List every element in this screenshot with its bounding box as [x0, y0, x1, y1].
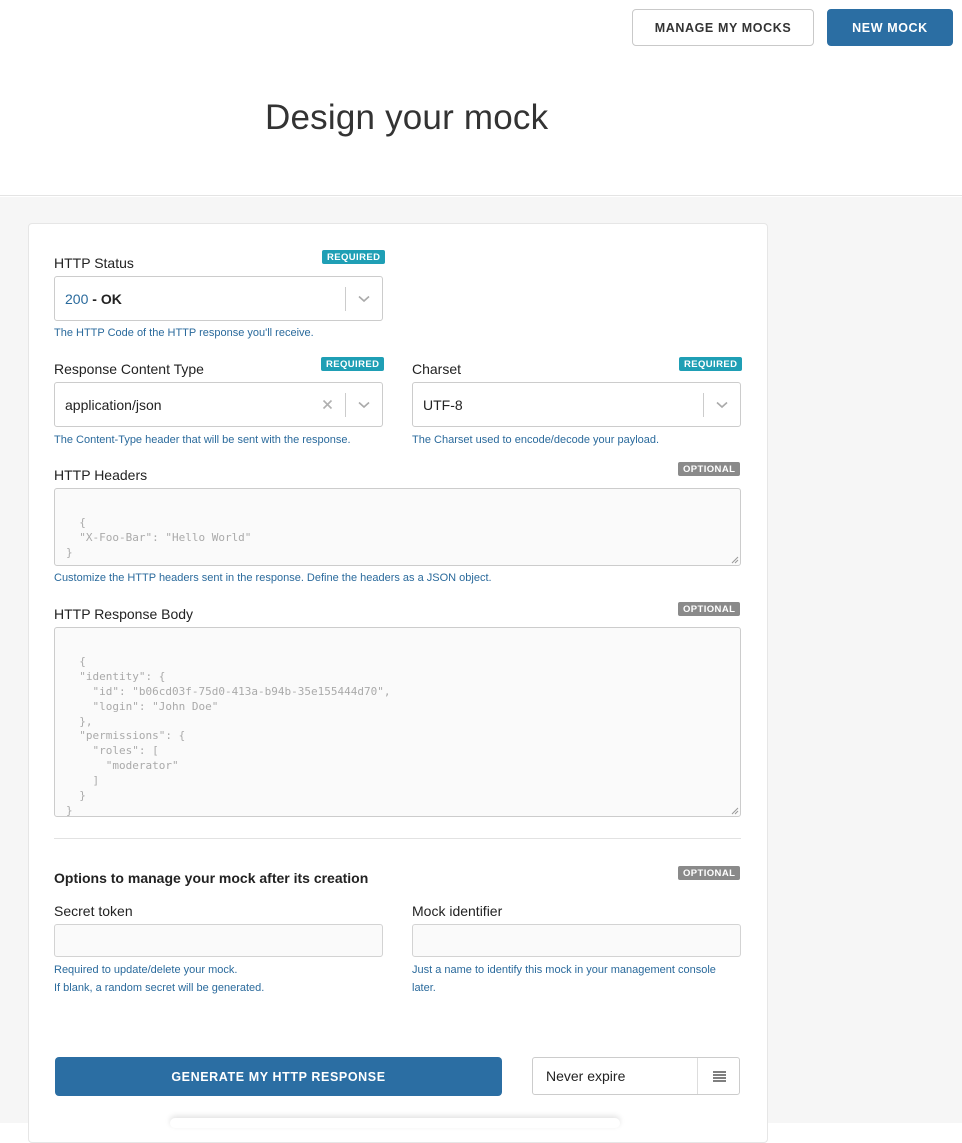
resize-handle-icon[interactable]: [729, 805, 739, 815]
chevron-down-icon[interactable]: [346, 277, 382, 320]
resize-handle-icon[interactable]: [729, 554, 739, 564]
charset-help: The Charset used to encode/decode your p…: [412, 434, 660, 446]
manage-my-mocks-button[interactable]: MANAGE MY MOCKS: [632, 9, 814, 46]
chevron-down-icon[interactable]: [704, 383, 740, 426]
http-status-value: 200 - OK: [65, 277, 122, 320]
mock-identifier-help-line1: Just a name to identify this mock in you…: [412, 964, 716, 976]
mock-identifier-help: Just a name to identify this mock in you…: [412, 961, 752, 997]
clear-icon[interactable]: [314, 383, 340, 426]
generate-response-button[interactable]: GENERATE MY HTTP RESPONSE: [55, 1057, 502, 1096]
http-status-separator: -: [88, 290, 101, 307]
http-status-text: OK: [100, 290, 122, 307]
page-title: Design your mock: [265, 98, 549, 137]
charset-value: UTF-8: [423, 396, 463, 413]
chevron-down-icon[interactable]: [346, 383, 382, 426]
http-headers-placeholder: { "X-Foo-Bar": "Hello World" }: [66, 515, 252, 559]
charset-select[interactable]: UTF-8: [412, 382, 741, 427]
charset-label: Charset: [412, 361, 462, 377]
list-icon[interactable]: [698, 1058, 740, 1094]
http-status-required-badge: REQUIRED: [322, 250, 386, 264]
response-body-optional-badge: OPTIONAL: [678, 602, 741, 616]
options-section-title: Options to manage your mock after its cr…: [54, 870, 369, 886]
secret-token-help-line1: Required to update/delete your mock.: [54, 964, 238, 976]
secret-token-help-line2: If blank, a random secret will be genera…: [54, 982, 265, 994]
http-headers-label: HTTP Headers: [54, 467, 148, 483]
content-type-select[interactable]: application/json: [54, 382, 383, 427]
section-divider: [54, 838, 741, 839]
http-status-select[interactable]: 200 - OK: [54, 276, 383, 321]
http-status-help: The HTTP Code of the HTTP response you'l…: [54, 327, 314, 339]
mock-identifier-label: Mock identifier: [412, 903, 503, 919]
secret-token-label: Secret token: [54, 903, 133, 919]
content-type-label: Response Content Type: [54, 361, 204, 377]
expiration-select[interactable]: Never expire: [532, 1057, 740, 1095]
charset-required-badge: REQUIRED: [679, 357, 743, 371]
http-headers-optional-badge: OPTIONAL: [678, 462, 741, 476]
http-headers-textarea[interactable]: { "X-Foo-Bar": "Hello World" }: [54, 488, 741, 566]
bottom-panel-edge: [170, 1118, 620, 1128]
new-mock-button[interactable]: NEW MOCK: [827, 9, 953, 46]
secret-token-input[interactable]: [54, 924, 383, 957]
response-body-label: HTTP Response Body: [54, 606, 194, 622]
mock-identifier-input[interactable]: [412, 924, 741, 957]
content-type-required-badge: REQUIRED: [321, 357, 385, 371]
response-body-textarea[interactable]: { "identity": { "id": "b06cd03f-75d0-413…: [54, 627, 741, 817]
http-status-code: 200: [65, 290, 89, 307]
http-headers-help: Customize the HTTP headers sent in the r…: [54, 572, 492, 584]
mock-identifier-help-line2: later.: [412, 982, 436, 994]
secret-token-help: Required to update/delete your mock. If …: [54, 961, 264, 997]
content-type-value: application/json: [65, 396, 162, 413]
http-status-label: HTTP Status: [54, 255, 134, 271]
content-type-help: The Content-Type header that will be sen…: [54, 434, 351, 446]
options-optional-badge: OPTIONAL: [678, 866, 741, 880]
response-body-placeholder: { "identity": { "id": "b06cd03f-75d0-413…: [66, 654, 391, 817]
expiration-value: Never expire: [546, 1068, 626, 1084]
